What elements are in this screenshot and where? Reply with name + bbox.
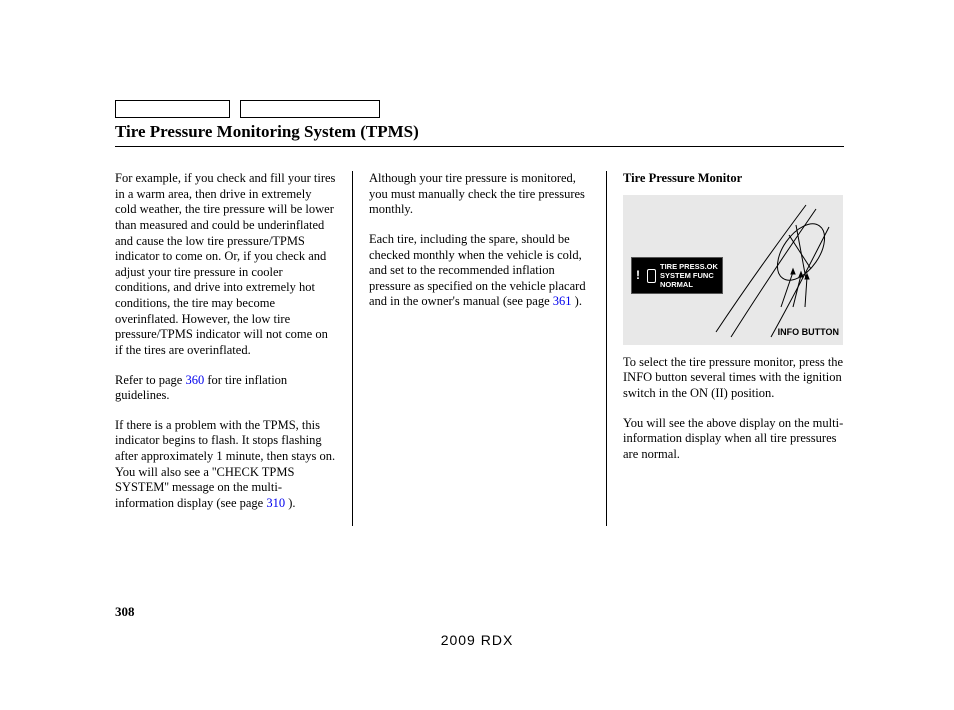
col1-para1: For example, if you check and fill your … — [115, 171, 336, 359]
warning-icon: ! — [636, 268, 640, 282]
col2-p2-text-b: ). — [572, 294, 582, 308]
col1-para2: Refer to page 360 for tire inflation gui… — [115, 373, 336, 404]
display-line2: SYSTEM FUNC — [660, 271, 714, 280]
col1-p2-text-a: Refer to page — [115, 373, 185, 387]
col2-para2: Each tire, including the spare, should b… — [369, 232, 590, 310]
col3-para1: To select the tire pressure monitor, pre… — [623, 355, 844, 402]
page-number: 308 — [115, 604, 135, 620]
info-button-label: INFO BUTTON — [778, 327, 839, 338]
display-line1: TIRE PRESS.OK — [660, 262, 718, 271]
display-text: TIRE PRESS.OK SYSTEM FUNC NORMAL — [660, 262, 718, 289]
col1-p3-text-a: If there is a problem with the TPMS, thi… — [115, 418, 335, 510]
car-icon — [645, 267, 656, 283]
dashboard-diagram: ! TIRE PRESS.OK SYSTEM FUNC NORMAL INFO … — [623, 195, 843, 345]
header-placeholder-boxes — [115, 100, 844, 118]
steering-wheel-illustration — [711, 197, 841, 342]
tire-pressure-display: ! TIRE PRESS.OK SYSTEM FUNC NORMAL — [631, 257, 723, 294]
col1-para3: If there is a problem with the TPMS, thi… — [115, 418, 336, 512]
column-3: Tire Pressure Monitor — [607, 171, 844, 526]
page-link-361[interactable]: 361 — [550, 294, 572, 308]
column-2: Although your tire pressure is monitored… — [353, 171, 607, 526]
model-year: 2009 RDX — [0, 632, 954, 648]
tire-pressure-monitor-heading: Tire Pressure Monitor — [623, 171, 844, 187]
display-line3: NORMAL — [660, 280, 693, 289]
header-box-2 — [240, 100, 380, 118]
page-link-310[interactable]: 310 — [266, 496, 285, 510]
col2-para1: Although your tire pressure is monitored… — [369, 171, 590, 218]
col3-para2: You will see the above display on the mu… — [623, 416, 844, 463]
page-title: Tire Pressure Monitoring System (TPMS) — [115, 122, 844, 147]
col1-p3-text-b: ). — [285, 496, 295, 510]
header-box-1 — [115, 100, 230, 118]
column-1: For example, if you check and fill your … — [115, 171, 353, 526]
page-link-360[interactable]: 360 — [185, 373, 204, 387]
